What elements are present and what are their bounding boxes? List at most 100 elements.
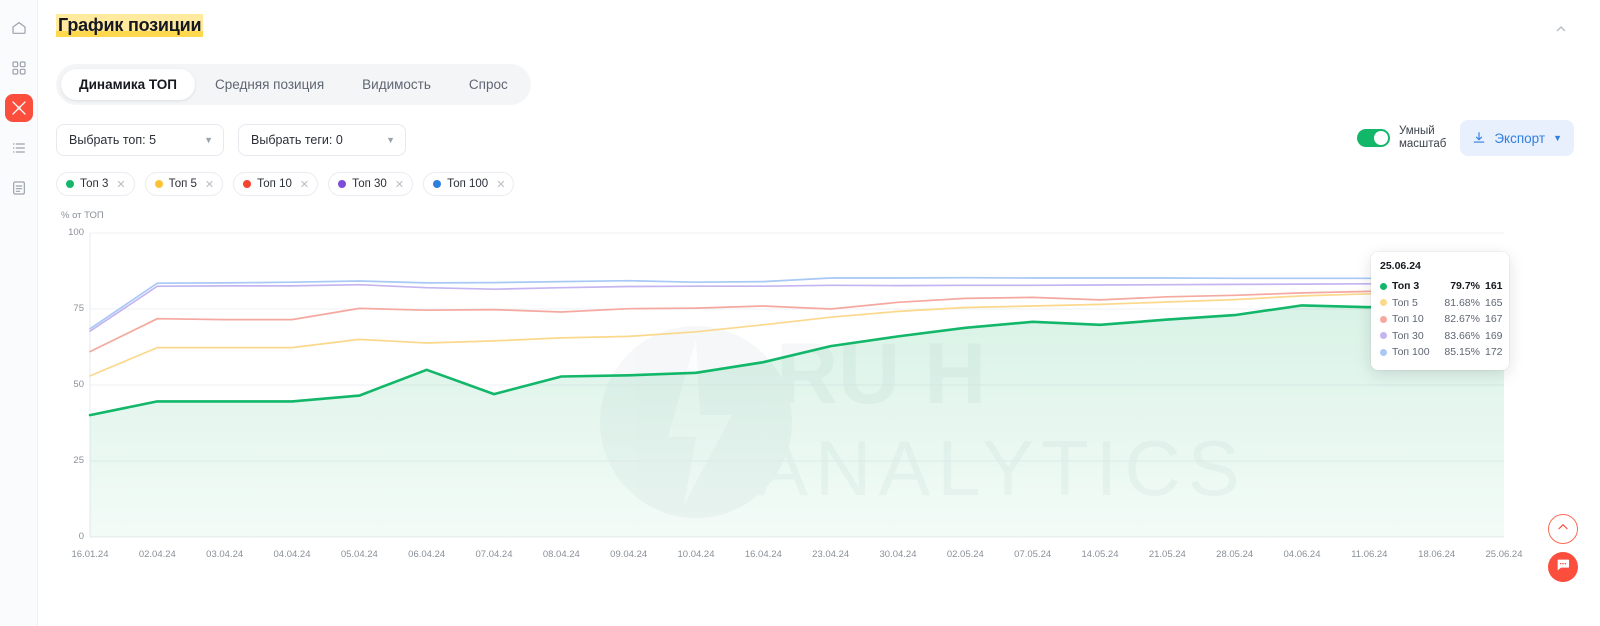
color-dot xyxy=(433,180,442,188)
tooltip-series-percent: 81.68% xyxy=(1444,296,1480,309)
y-axis-tick: 0 xyxy=(78,531,84,542)
close-icon[interactable]: ✕ xyxy=(300,178,309,191)
color-dot xyxy=(243,180,252,188)
x-axis-tick: 04.06.24 xyxy=(1283,549,1321,560)
sidebar-item-list[interactable] xyxy=(5,134,33,162)
chip-top-100[interactable]: Топ 100 ✕ xyxy=(423,172,515,196)
x-axis-tick: 06.04.24 xyxy=(408,549,446,560)
chip-label: Топ 3 xyxy=(80,178,109,190)
x-axis-tick: 03.04.24 xyxy=(206,549,244,560)
close-icon[interactable]: ✕ xyxy=(496,178,505,191)
export-label: Экспорт xyxy=(1494,130,1546,146)
chip-top-3[interactable]: Топ 3 ✕ xyxy=(56,172,135,196)
x-axis-tick: 16.04.24 xyxy=(744,549,782,560)
export-button[interactable]: Экспорт ▼ xyxy=(1460,120,1574,156)
scroll-to-top-button[interactable] xyxy=(1548,514,1578,544)
tooltip-series-percent: 83.66% xyxy=(1444,329,1480,342)
select-tags-dropdown[interactable]: Выбрать теги: 0 ▼ xyxy=(238,124,406,156)
tooltip-row: Топ 3 79.7% 161 xyxy=(1380,278,1503,295)
sidebar-item-tools[interactable] xyxy=(4,94,33,122)
chart-tabs: Динамика ТОП Средняя позиция Видимость С… xyxy=(56,64,531,105)
tooltip-series-label: Топ 100 xyxy=(1392,346,1430,359)
x-axis-tick: 21.05.24 xyxy=(1148,549,1186,560)
tooltip-series-percent: 79.7% xyxy=(1450,280,1480,293)
x-axis-tick: 09.04.24 xyxy=(610,549,648,560)
y-axis-tick: 25 xyxy=(73,455,84,466)
tooltip-series-label: Топ 30 xyxy=(1392,329,1424,342)
y-axis-tick: 75 xyxy=(73,303,84,314)
x-axis-tick: 08.04.24 xyxy=(542,549,580,560)
x-axis-tick: 14.05.24 xyxy=(1081,549,1119,560)
color-dot xyxy=(1380,282,1387,290)
color-dot xyxy=(1380,332,1387,340)
plot-area[interactable]: RU HANALYTICS 0 25 50 75 100 16.01.24 02.04.24… xyxy=(56,227,1578,567)
page-title: График позиции xyxy=(56,14,204,37)
left-sidebar xyxy=(0,0,38,626)
x-axis-tick: 02.04.24 xyxy=(138,549,176,560)
list-icon xyxy=(11,140,27,156)
tooltip-series-count: 169 xyxy=(1485,329,1503,342)
tooltip-series-label: Топ 5 xyxy=(1392,296,1418,309)
tab-dinamika-top[interactable]: Динамика ТОП xyxy=(61,69,195,100)
tooltip-row: Топ 5 81.68% 165 xyxy=(1380,295,1503,312)
x-axis-tick: 07.04.24 xyxy=(475,549,513,560)
smart-scale-toggle[interactable] xyxy=(1356,129,1390,147)
tools-icon xyxy=(11,100,27,116)
tooltip-series-count: 167 xyxy=(1485,313,1503,326)
position-chart-card: График позиции Динамика ТОП Средняя пози… xyxy=(38,0,1600,626)
x-axis-tick: 07.05.24 xyxy=(1014,549,1052,560)
y-axis-title: % от ТОП xyxy=(61,210,104,221)
smart-scale-label: Умный масштаб xyxy=(1398,125,1447,150)
tab-vidimost[interactable]: Видимость xyxy=(344,69,449,100)
select-tags-label: Выбрать теги: 0 xyxy=(251,133,343,147)
x-axis-tick: 25.06.24 xyxy=(1485,549,1523,560)
sidebar-item-home[interactable] xyxy=(5,14,33,42)
main-panel: График позиции Динамика ТОП Средняя пози… xyxy=(38,0,1600,626)
x-axis-tick: 11.06.24 xyxy=(1351,549,1388,560)
chevron-down-icon: ▼ xyxy=(386,135,395,145)
tooltip-series-count: 165 xyxy=(1485,296,1503,309)
tooltip-series-percent: 85.15% xyxy=(1444,346,1480,359)
x-axis-tick: 04.04.24 xyxy=(273,549,311,560)
app-root: График позиции Динамика ТОП Средняя пози… xyxy=(0,0,1600,626)
chart-svg: RU HANALYTICS xyxy=(88,232,1508,538)
close-icon[interactable]: ✕ xyxy=(116,178,125,191)
smart-scale-control: Умный масштаб xyxy=(1356,125,1447,151)
chat-button[interactable] xyxy=(1548,552,1578,582)
download-icon xyxy=(1472,131,1486,145)
sidebar-item-apps[interactable] xyxy=(5,54,33,82)
tab-srednyaya-poziciya[interactable]: Средняя позиция xyxy=(197,69,342,100)
x-axis-tick: 02.05.24 xyxy=(946,549,984,560)
select-top-dropdown[interactable]: Выбрать топ: 5 ▼ xyxy=(56,124,224,156)
chip-label: Топ 30 xyxy=(352,178,387,190)
chart-tooltip: 25.06.24 Топ 3 79.7% 161 Топ 5 81.68% 16… xyxy=(1371,252,1509,370)
y-axis-tick: 50 xyxy=(73,379,84,390)
chip-top-30[interactable]: Топ 30 ✕ xyxy=(328,172,414,196)
color-dot xyxy=(66,180,74,188)
collapse-card-chevron-up-icon[interactable] xyxy=(1552,20,1570,38)
select-top-label: Выбрать топ: 5 xyxy=(69,133,157,147)
tooltip-row: Топ 10 82.67% 167 xyxy=(1380,311,1503,328)
color-dot xyxy=(1380,348,1387,356)
close-icon[interactable]: ✕ xyxy=(395,178,404,191)
chip-top-10[interactable]: Топ 10 ✕ xyxy=(233,172,319,196)
x-axis-tick: 16.01.24 xyxy=(71,549,109,560)
chart-controls: Выбрать топ: 5 ▼ Выбрать теги: 0 ▼ Умный… xyxy=(56,120,1578,158)
card-header: График позиции xyxy=(56,14,1578,48)
right-controls: Умный масштаб Экспорт ▼ xyxy=(1356,120,1574,156)
x-axis-tick: 10.04.24 xyxy=(677,549,715,560)
color-dot xyxy=(338,180,347,188)
chip-top-5[interactable]: Топ 5 ✕ xyxy=(144,172,224,196)
tooltip-series-percent: 82.67% xyxy=(1444,313,1480,326)
chevron-down-icon: ▼ xyxy=(1553,133,1562,143)
chip-label: Топ 5 xyxy=(168,178,197,190)
chip-label: Топ 10 xyxy=(257,178,292,190)
sidebar-item-report[interactable] xyxy=(5,174,33,202)
color-dot xyxy=(1380,299,1387,307)
color-dot xyxy=(154,180,163,188)
close-icon[interactable]: ✕ xyxy=(205,178,214,191)
tooltip-series-count: 161 xyxy=(1485,280,1503,293)
document-icon xyxy=(11,180,27,196)
tooltip-row: Топ 100 85.15% 172 xyxy=(1380,344,1503,361)
tab-spros[interactable]: Спрос xyxy=(451,69,526,100)
